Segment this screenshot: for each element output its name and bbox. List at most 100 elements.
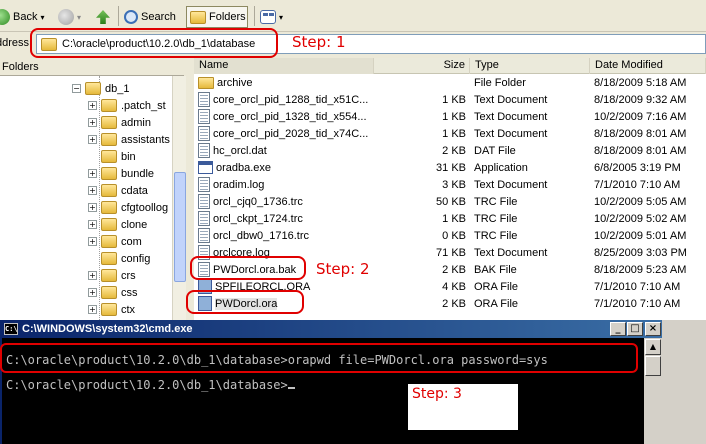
cmd-window: C:\ C:\WINDOWS\system32\cmd.exe _ □ × C:…: [0, 320, 664, 444]
file-date: 8/18/2009 5:18 AM: [594, 76, 687, 89]
folder-icon: [101, 201, 117, 214]
file-date: 10/2/2009 7:16 AM: [594, 110, 687, 123]
file-name-cell: oradim.log: [194, 177, 374, 192]
tree-item[interactable]: + cdata: [88, 182, 148, 199]
expand-icon[interactable]: +: [88, 203, 97, 212]
expand-icon[interactable]: +: [88, 288, 97, 297]
file-name: archive: [217, 76, 253, 89]
column-header-date[interactable]: Date Modified: [590, 58, 706, 74]
up-folder-button[interactable]: [96, 6, 110, 28]
tree-scrollbar[interactable]: [172, 76, 186, 320]
expand-icon[interactable]: +: [88, 220, 97, 229]
file-size: 2 KB: [442, 297, 466, 310]
maximize-button[interactable]: □: [627, 322, 643, 336]
tree-item[interactable]: + ctx: [88, 301, 135, 318]
tree-item[interactable]: + clone: [88, 216, 147, 233]
folders-button[interactable]: Folders: [186, 6, 248, 28]
column-header-name[interactable]: Name: [194, 58, 374, 74]
expand-icon[interactable]: +: [88, 118, 97, 127]
tree-item[interactable]: config: [88, 250, 150, 267]
folder-icon: [101, 167, 117, 180]
search-label: Search: [141, 11, 176, 23]
back-button[interactable]: Back ▾: [0, 6, 44, 28]
cmd-title: C:\WINDOWS\system32\cmd.exe: [22, 323, 193, 335]
file-name: orcl_cjq0_1736.trc: [213, 195, 303, 208]
folders-pane-header: Folders: [0, 58, 184, 76]
file-date: 8/18/2009 9:32 AM: [594, 93, 687, 106]
tree-scroll-thumb[interactable]: [174, 172, 186, 282]
file-row[interactable]: core_orcl_pid_2028_tid_x74C... 1 KB Text D…: [194, 125, 706, 142]
chevron-down-icon: ▾: [279, 12, 284, 22]
folder-icon: [190, 10, 206, 24]
file-size: 2 KB: [442, 263, 466, 276]
file-row[interactable]: orcl_dbw0_1716.trc 0 KB TRC File 10/2/2009 …: [194, 227, 706, 244]
tree-item[interactable]: + css: [88, 284, 138, 301]
folder-icon: [101, 133, 117, 146]
chevron-down-icon: ▾: [40, 12, 45, 22]
file-type: Text Document: [474, 178, 548, 191]
forward-button[interactable]: ▾: [58, 6, 81, 28]
text-file-icon: [198, 194, 210, 209]
tree-item-label: bundle: [121, 167, 155, 180]
step1-highlight: [30, 28, 278, 58]
file-list-header: Name Size Type Date Modified: [194, 58, 706, 74]
tree-item[interactable]: + .patch_st: [88, 97, 166, 114]
cmd-titlebar[interactable]: C:\ C:\WINDOWS\system32\cmd.exe _ □ ×: [2, 320, 664, 338]
tree-item[interactable]: + assistants: [88, 131, 170, 148]
search-button[interactable]: Search: [124, 6, 176, 28]
folder-icon: [101, 116, 117, 129]
search-icon: [124, 10, 138, 24]
expand-icon[interactable]: +: [88, 305, 97, 314]
file-date: 10/2/2009 5:05 AM: [594, 195, 687, 208]
background-panel: [662, 320, 706, 444]
file-row[interactable]: archive File Folder 8/18/2009 5:18 AM: [194, 74, 706, 91]
expand-icon[interactable]: +: [88, 186, 97, 195]
expand-icon[interactable]: +: [88, 169, 97, 178]
file-row[interactable]: hc_orcl.dat 2 KB DAT File 8/18/2009 8:01 AM: [194, 142, 706, 159]
file-size: 1 KB: [442, 127, 466, 140]
expand-icon[interactable]: +: [88, 101, 97, 110]
file-type: TRC File: [474, 195, 518, 208]
file-name-cell: core_orcl_pid_2028_tid_x74C...: [194, 126, 374, 141]
tree-item[interactable]: + crs: [88, 267, 136, 284]
file-row[interactable]: orcl_ckpt_1724.trc 1 KB TRC File 10/2/2009 …: [194, 210, 706, 227]
step3-label: Step: 3: [412, 386, 462, 402]
tree-item[interactable]: bin: [88, 148, 136, 165]
cmd-scroll-thumb[interactable]: [645, 356, 661, 376]
file-row[interactable]: core_orcl_pid_1288_tid_x51C... 1 KB Text D…: [194, 91, 706, 108]
expand-icon[interactable]: +: [88, 135, 97, 144]
scroll-up-icon[interactable]: ▲: [645, 339, 661, 355]
file-type: Text Document: [474, 93, 548, 106]
expand-icon[interactable]: +: [88, 271, 97, 280]
expand-icon[interactable]: +: [88, 237, 97, 246]
file-type: Application: [474, 161, 528, 174]
folder-icon: [101, 286, 117, 299]
minimize-button[interactable]: _: [610, 322, 626, 336]
cmd-scrollbar[interactable]: ▲: [644, 338, 662, 444]
folder-icon: [101, 218, 117, 231]
file-row[interactable]: oradba.exe 31 KB Application 6/8/2005 3:19 …: [194, 159, 706, 176]
column-header-size[interactable]: Size: [374, 58, 470, 74]
folder-tree: − db_1 + .patch_st + admin + assistants bin + bu…: [0, 76, 186, 320]
tree-item-label: .patch_st: [121, 99, 166, 112]
file-date: 7/1/2010 7:10 AM: [594, 297, 681, 310]
tree-item[interactable]: + admin: [88, 114, 151, 131]
column-header-type[interactable]: Type: [470, 58, 590, 74]
tree-item[interactable]: + cfgtoollog: [88, 199, 168, 216]
file-size: 3 KB: [442, 178, 466, 191]
tree-item[interactable]: + bundle: [88, 165, 154, 182]
tree-item-label: bin: [121, 150, 136, 163]
tree-item[interactable]: + com: [88, 233, 142, 250]
folder-icon: [101, 252, 117, 265]
file-row[interactable]: core_orcl_pid_1328_tid_x554... 1 KB Text D…: [194, 108, 706, 125]
file-name: orcl_dbw0_1716.trc: [213, 229, 310, 242]
collapse-icon[interactable]: −: [72, 84, 81, 93]
views-button[interactable]: ▾: [260, 6, 283, 28]
close-button[interactable]: ×: [645, 322, 661, 336]
file-row[interactable]: orcl_cjq0_1736.trc 50 KB TRC File 10/2/2009…: [194, 193, 706, 210]
file-row[interactable]: oradim.log 3 KB Text Document 7/1/2010 7:10…: [194, 176, 706, 193]
folder-icon: [101, 99, 117, 112]
file-name: core_orcl_pid_1328_tid_x554...: [213, 110, 367, 123]
tree-item-db1[interactable]: − db_1: [72, 80, 129, 97]
tree-item-label: config: [121, 252, 151, 265]
